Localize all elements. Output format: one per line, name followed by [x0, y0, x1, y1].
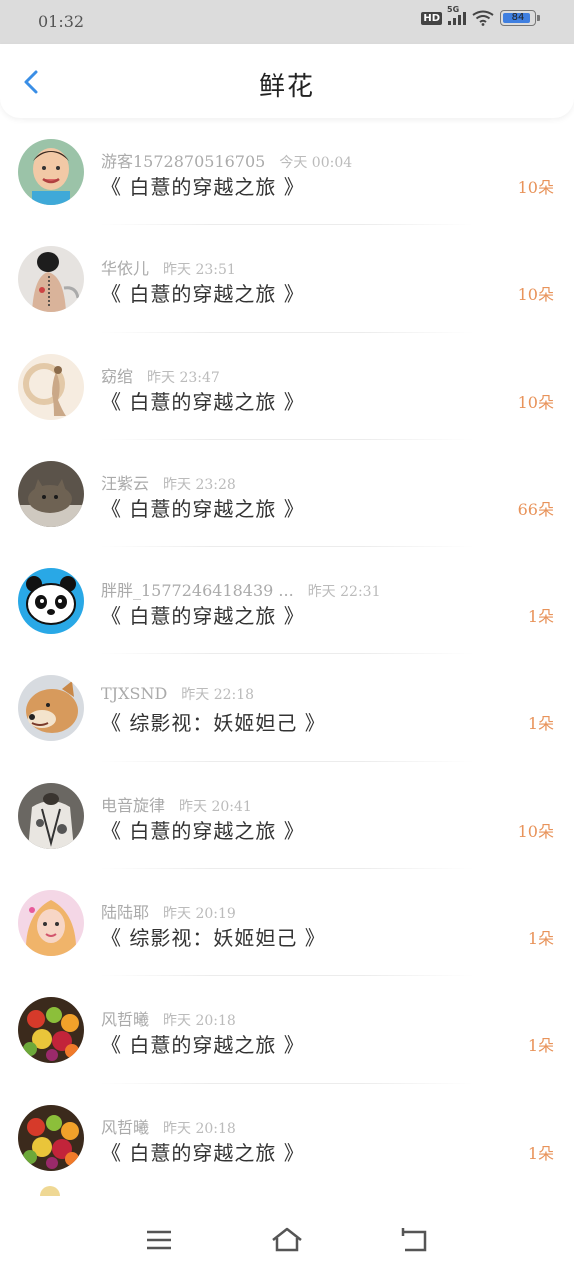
list-item[interactable]: 风哲曦 昨天 20:18 《 白薏的穿越之旅 》 1朵 — [0, 976, 574, 1084]
book-title[interactable]: 《 白薏的穿越之旅 》 — [101, 278, 305, 307]
flower-count: 1朵 — [527, 929, 554, 949]
avatar-fruit-photo — [18, 997, 84, 1064]
book-title[interactable]: 《 白薏的穿越之旅 》 — [101, 171, 305, 200]
list-item[interactable]: 华依儿 昨天 23:51 《 白薏的穿越之旅 》 10朵 — [0, 225, 574, 333]
timestamp: 昨天 22:31 — [307, 584, 381, 601]
sender-meta: 电音旋律 昨天 20:41 — [101, 792, 252, 816]
sender-meta: 游客1572870516705 今天 00:04 — [101, 148, 352, 172]
list-item[interactable]: TJXSND 昨天 22:18 《 综影视：妖姬妲己 》 1朵 — [0, 654, 574, 762]
avatar-cat-photo — [18, 460, 84, 527]
flower-count: 10朵 — [517, 392, 554, 412]
sender-meta: 华依儿 昨天 23:51 — [101, 255, 236, 279]
timestamp: 昨天 20:18 — [163, 1120, 236, 1137]
timestamp: 今天 00:04 — [279, 155, 353, 171]
status-time: 01:32 — [38, 12, 85, 31]
sender-meta: 陆陆耶 昨天 20:19 — [101, 899, 236, 923]
page-title: 鲜花 — [258, 72, 315, 102]
avatar-shiba-dog — [18, 675, 84, 742]
list-item[interactable]: 窈绾 昨天 23:47 《 白薏的穿越之旅 》 10朵 — [0, 333, 574, 440]
flower-count: 1朵 — [527, 714, 554, 734]
book-title[interactable]: 《 白薏的穿越之旅 》 — [101, 493, 305, 522]
sender-meta: TJXSND 昨天 22:18 — [101, 684, 254, 704]
avatar[interactable] — [18, 997, 84, 1064]
user-name: 陆陆耶 — [101, 903, 150, 923]
timestamp: 昨天 23:51 — [163, 262, 236, 279]
header: 鲜花 — [0, 44, 574, 118]
signal-icon: 5G — [447, 5, 466, 25]
avatar-girl-photo — [18, 890, 84, 957]
book-title[interactable]: 《 白薏的穿越之旅 》 — [101, 1029, 305, 1058]
avatar[interactable] — [18, 139, 84, 205]
sender-meta: 风哲曦 昨天 20:18 — [101, 1006, 236, 1030]
book-title[interactable]: 《 综影视：妖姬妲己 》 — [101, 707, 326, 736]
home-icon — [272, 1227, 302, 1252]
list-item[interactable]: 汪紫云 昨天 23:28 《 白薏的穿越之旅 》 66朵 — [0, 440, 574, 548]
sender-meta: 窈绾 昨天 23:47 — [101, 363, 220, 387]
avatar[interactable] — [18, 1104, 84, 1171]
avatar[interactable] — [18, 675, 84, 742]
status-icons: HD 5G 84 — [421, 5, 540, 26]
user-name: 汪紫云 — [101, 473, 150, 493]
user-name: 风哲曦 — [101, 1010, 150, 1030]
avatar-child-photo — [18, 139, 84, 205]
status-bar: 01:32 HD 5G 84 — [0, 0, 574, 44]
back-nav-button[interactable] — [395, 1222, 435, 1258]
avatar[interactable] — [18, 460, 84, 527]
flower-count: 10朵 — [517, 285, 554, 305]
book-title[interactable]: 《 白薏的穿越之旅 》 — [101, 815, 305, 844]
bottom-nav — [0, 1186, 574, 1280]
timestamp: 昨天 20:19 — [163, 906, 236, 923]
battery-icon: 84 — [500, 10, 540, 26]
list-item[interactable]: 游客1572870516705 今天 00:04 《 白薏的穿越之旅 》 10朵 — [0, 118, 574, 226]
user-name: 游客1572870516705 — [101, 152, 266, 171]
flower-count: 1朵 — [527, 1036, 554, 1056]
list-item[interactable]: 胖胖_1577246418439 ... 昨天 22:31 《 白薏的穿越之旅 》… — [0, 547, 574, 655]
timestamp: 昨天 23:47 — [147, 369, 220, 386]
flower-count: 1朵 — [527, 1143, 554, 1163]
list-item[interactable]: 电音旋律 昨天 20:41 《 白薏的穿越之旅 》 10朵 — [0, 762, 574, 870]
battery-level: 84 — [511, 12, 525, 23]
flower-count: 10朵 — [517, 821, 554, 841]
avatar[interactable] — [18, 782, 84, 849]
menu-button[interactable] — [139, 1222, 179, 1258]
flower-count: 1朵 — [527, 607, 554, 627]
book-title[interactable]: 《 综影视：妖姬妲己 》 — [101, 922, 326, 951]
book-title[interactable]: 《 白薏的穿越之旅 》 — [101, 1137, 305, 1166]
timestamp: 昨天 20:41 — [179, 798, 252, 815]
timestamp: 昨天 20:18 — [163, 1013, 236, 1030]
hd-icon: HD — [421, 11, 442, 25]
user-name: 电音旋律 — [101, 795, 166, 815]
user-name: 窈绾 — [101, 366, 134, 386]
book-title[interactable]: 《 白薏的穿越之旅 》 — [101, 386, 305, 415]
book-title[interactable]: 《 白薏的穿越之旅 》 — [101, 600, 305, 629]
timestamp: 昨天 23:28 — [163, 476, 236, 493]
back-icon — [401, 1228, 427, 1252]
avatar-tattoo-photo — [18, 246, 84, 313]
home-button[interactable] — [267, 1222, 307, 1258]
user-name: 风哲曦 — [101, 1117, 150, 1137]
list-item[interactable]: 风哲曦 昨天 20:18 《 白薏的穿越之旅 》 1朵 — [0, 1084, 574, 1191]
avatar[interactable] — [18, 353, 84, 420]
avatar-ink-painting — [18, 353, 84, 420]
sender-meta: 胖胖_1577246418439 ... 昨天 22:31 — [101, 577, 380, 601]
flower-count: 10朵 — [517, 178, 554, 197]
sender-meta: 汪紫云 昨天 23:28 — [101, 470, 236, 494]
avatar[interactable] — [18, 890, 84, 957]
avatar[interactable] — [18, 568, 84, 635]
network-type: 5G — [447, 5, 460, 14]
avatar-panda-cartoon — [18, 568, 84, 635]
user-name: 华依儿 — [101, 259, 150, 279]
avatar-fruit-photo — [18, 1104, 84, 1171]
list-item[interactable]: 陆陆耶 昨天 20:19 《 综影视：妖姬妲己 》 1朵 — [0, 869, 574, 977]
wifi-icon — [472, 10, 494, 26]
user-name: TJXSND — [101, 684, 168, 704]
avatar[interactable] — [18, 246, 84, 313]
timestamp: 昨天 22:18 — [181, 687, 255, 704]
menu-icon — [147, 1230, 171, 1250]
flower-count: 66朵 — [517, 499, 554, 519]
sender-meta: 风哲曦 昨天 20:18 — [101, 1114, 236, 1138]
user-name: 胖胖_1577246418439 ... — [101, 581, 294, 601]
flower-list: 游客1572870516705 今天 00:04 《 白薏的穿越之旅 》 10朵 … — [0, 118, 574, 1191]
avatar-jacket-photo — [18, 782, 84, 849]
